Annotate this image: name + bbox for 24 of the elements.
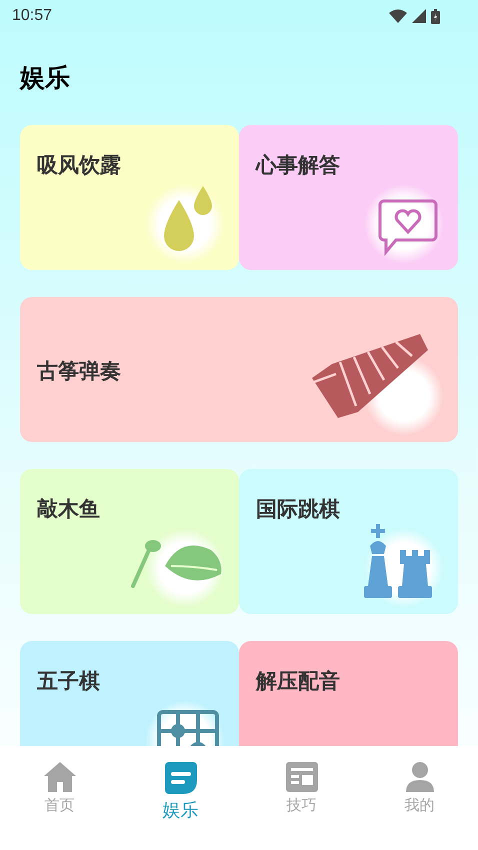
card-title: 国际跳棋 bbox=[256, 496, 340, 523]
news-icon bbox=[286, 762, 318, 792]
card-title: 心事解答 bbox=[256, 152, 340, 179]
entertainment-card[interactable]: 吸风饮露 bbox=[20, 125, 239, 270]
person-icon bbox=[406, 762, 434, 792]
card-title: 吸风饮露 bbox=[37, 152, 121, 179]
battery-icon bbox=[431, 8, 440, 24]
entertainment-card[interactable]: 古筝弹奏 bbox=[20, 297, 458, 442]
card-title: 古筝弹奏 bbox=[37, 358, 121, 385]
entertainment-card[interactable]: 五子棋 bbox=[20, 641, 239, 746]
entertainment-card[interactable]: 国际跳棋 bbox=[239, 469, 458, 614]
card-title: 五子棋 bbox=[37, 668, 100, 695]
signal-icon bbox=[412, 9, 426, 23]
card-title: 解压配音 bbox=[256, 668, 340, 695]
home-icon bbox=[44, 762, 76, 792]
wifi-icon bbox=[389, 9, 407, 23]
entertainment-card[interactable]: 心事解答 bbox=[239, 125, 458, 270]
document-icon bbox=[164, 762, 196, 794]
card-title: 敲木鱼 bbox=[37, 496, 100, 523]
entertainment-card[interactable]: 解压配音 bbox=[239, 641, 458, 746]
entertainment-card[interactable]: 敲木鱼 bbox=[20, 469, 239, 614]
status-time: 10:57 bbox=[12, 7, 52, 25]
heart-chat-icon bbox=[378, 198, 438, 256]
page-title: 娱乐 bbox=[20, 62, 71, 94]
